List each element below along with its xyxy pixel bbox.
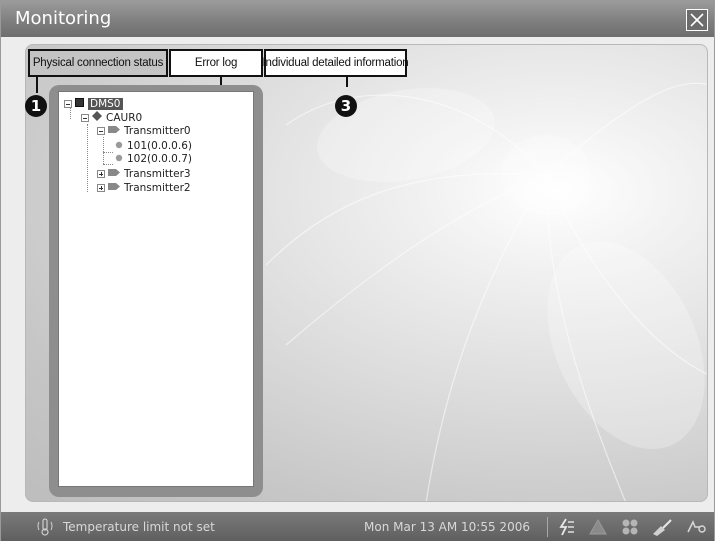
tree-node-label: Transmitter2 — [124, 181, 191, 194]
callout-3-line — [346, 77, 348, 87]
close-icon — [690, 13, 704, 27]
status-datetime: Mon Mar 13 AM 10:55 2006 — [364, 520, 530, 534]
tree-connector — [103, 164, 113, 165]
status-message: Temperature limit not set — [63, 520, 215, 534]
tab-individual-detailed-information[interactable]: Individual detailed information — [263, 49, 409, 77]
window-title: Monitoring — [15, 8, 112, 29]
callout-1-badge: 1 — [25, 95, 47, 117]
tab-physical-connection-status[interactable]: Physical connection status — [28, 49, 168, 77]
tree-connector — [103, 152, 113, 153]
brush-icon[interactable] — [651, 518, 673, 540]
tree-node-label: 101(0.0.0.6) — [127, 139, 192, 152]
tree-node-dms0[interactable]: DMS0 — [64, 97, 123, 110]
status-divider — [547, 517, 548, 537]
tree-node-transmitter2[interactable]: Transmitter2 — [97, 181, 191, 194]
unit-dot-icon — [115, 140, 123, 152]
diamond-icon — [92, 111, 102, 124]
transmitter-icon — [108, 168, 120, 180]
tree-connector — [103, 137, 104, 164]
tab-error-log[interactable]: Error log — [169, 49, 263, 77]
tree-node-unit-102[interactable]: 102(0.0.0.7) — [115, 152, 192, 165]
callout-3-badge: 3 — [335, 95, 357, 117]
status-bar: Temperature limit not set Mon Mar 13 AM … — [1, 512, 714, 541]
collapse-icon[interactable] — [97, 126, 105, 135]
tree-node-transmitter0[interactable]: Transmitter0 — [97, 124, 191, 137]
expand-icon[interactable] — [97, 183, 105, 192]
alert-icon[interactable] — [589, 518, 607, 540]
monitoring-window: Monitoring Physical connection status Er… — [0, 0, 715, 541]
key-icon[interactable] — [685, 518, 707, 540]
fan-icon[interactable] — [621, 518, 639, 540]
tree-connector — [87, 124, 88, 192]
expand-icon[interactable] — [97, 169, 105, 178]
unit-dot-icon — [115, 153, 123, 165]
collapse-icon[interactable] — [81, 113, 89, 122]
callout-1-line — [36, 77, 38, 93]
tree-node-label: Transmitter0 — [124, 124, 191, 137]
tree-node-label: CAUR0 — [106, 111, 143, 124]
tree-node-label: Transmitter3 — [124, 167, 191, 180]
tree-node-transmitter3[interactable]: Transmitter3 — [97, 167, 191, 180]
title-bar: Monitoring — [1, 1, 714, 37]
tree-node-label: 102(0.0.0.7) — [127, 152, 192, 165]
tree-node-label: DMS0 — [88, 97, 123, 110]
server-icon — [75, 97, 84, 110]
collapse-icon[interactable] — [64, 99, 72, 108]
power-icon[interactable] — [557, 518, 575, 540]
thermometer-icon — [37, 518, 53, 540]
close-button[interactable] — [686, 9, 708, 31]
tree-node-unit-101[interactable]: 101(0.0.0.6) — [115, 139, 192, 152]
tree-node-caur0[interactable]: CAUR0 — [81, 111, 142, 124]
transmitter-icon — [108, 125, 120, 137]
transmitter-icon — [108, 182, 120, 194]
